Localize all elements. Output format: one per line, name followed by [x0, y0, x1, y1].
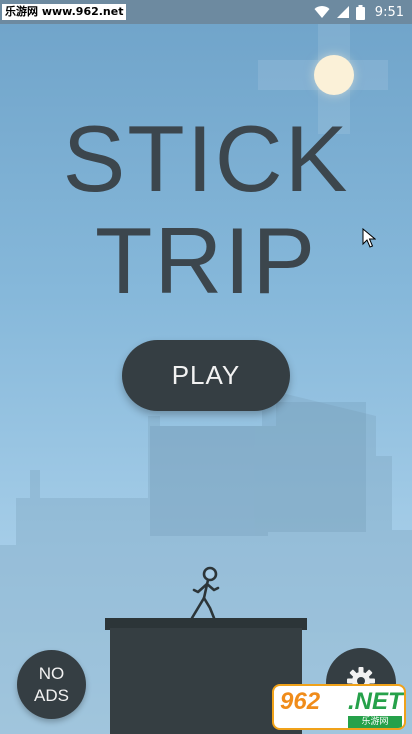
- game-title-line2: TRIP: [94, 208, 318, 313]
- mouse-cursor-icon: [362, 228, 376, 248]
- play-button-label: PLAY: [171, 360, 241, 390]
- no-ads-line2: ADS: [34, 685, 69, 705]
- watermark-digits: 962: [280, 688, 321, 715]
- status-time: 9:51: [374, 4, 404, 20]
- status-bar: 乐游网 www.962.net 9:51: [0, 0, 412, 24]
- no-ads-line1: NO: [38, 663, 65, 683]
- stick-figure: [190, 566, 220, 620]
- watermark-sub: 乐游网: [348, 716, 402, 728]
- no-ads-button[interactable]: NO ADS: [17, 650, 86, 719]
- game-title-line1: STICK: [62, 106, 350, 211]
- watermark-logo: 962 .NET 乐游网: [272, 684, 406, 730]
- status-icons: 9:51: [314, 0, 404, 24]
- wifi-icon: [314, 6, 330, 19]
- play-button[interactable]: PLAY: [122, 340, 290, 411]
- sun: [314, 55, 354, 95]
- battery-icon: [355, 4, 365, 20]
- signal-icon: [336, 6, 349, 18]
- watermark-text: 乐游网 www.962.net: [2, 4, 127, 20]
- watermark-suffix: .NET: [348, 688, 403, 715]
